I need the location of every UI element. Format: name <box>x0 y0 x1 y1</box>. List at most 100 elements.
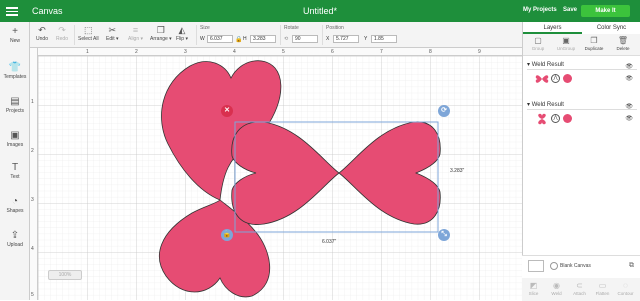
align-label: Align <box>128 36 140 42</box>
height-field[interactable]: 3.283 <box>250 35 276 43</box>
group-button[interactable]: ▢ Group <box>526 36 550 51</box>
save-button[interactable]: Save <box>563 7 577 13</box>
width-field[interactable]: 6.037 <box>207 35 233 43</box>
undo-button[interactable]: ↶ Undo <box>36 25 48 42</box>
layer-group[interactable]: ▾ Weld Result 👁 ⋀ 👁 <box>527 60 637 88</box>
duplicate-icon: ❐ <box>590 36 598 45</box>
width-dimension-label: 6.037" <box>322 239 337 245</box>
ruler-mark: 1 <box>31 99 34 105</box>
sidebar-item-images[interactable]: ▣ Images <box>0 130 30 148</box>
contour-label: Contour <box>617 291 634 296</box>
rotate-label: Rotate <box>284 25 299 31</box>
attach-icon: ⊂ <box>576 281 583 290</box>
make-it-button[interactable]: Make It <box>581 5 630 17</box>
tab-color-sync[interactable]: Color Sync <box>582 22 640 34</box>
resize-handle-icon[interactable]: ⤡ <box>438 229 450 241</box>
top-ruler <box>30 48 522 56</box>
rotate-handle-icon[interactable]: ⟳ <box>438 105 450 117</box>
blank-canvas-swatch[interactable] <box>528 260 544 272</box>
ungroup-button[interactable]: ▣ UnGroup <box>554 36 578 51</box>
select-all-button[interactable]: ⬚ Select All <box>78 25 99 42</box>
ruler-mark: 5 <box>282 49 285 55</box>
undo-label: Undo <box>36 36 48 42</box>
size-label: Size <box>200 25 210 31</box>
layer-tools: ▢ Group ▣ UnGroup ❐ Duplicate 🗑 Delete <box>523 34 640 56</box>
flip-label: Flip <box>176 36 185 42</box>
layer-group[interactable]: ▾ Weld Result 👁 ⋀ 👁 <box>527 100 637 128</box>
my-projects-link[interactable]: My Projects <box>523 7 557 13</box>
layer-group-header[interactable]: ▾ Weld Result 👁 <box>527 60 637 70</box>
hatch-icon[interactable]: ⋀ <box>551 74 560 83</box>
color-swatch[interactable] <box>563 114 572 123</box>
canvas-options-icon[interactable]: ⧉ <box>629 262 634 270</box>
layer-group-title: Weld Result <box>531 102 564 108</box>
contour-icon: ◌ <box>623 281 628 290</box>
weld-icon: ◉ <box>553 281 560 290</box>
slice-button[interactable]: ◩ Slice <box>522 281 545 296</box>
color-swatch[interactable] <box>563 74 572 83</box>
layer-group-header[interactable]: ▾ Weld Result 👁 <box>527 100 637 110</box>
divider <box>74 25 75 45</box>
sidebar-item-text[interactable]: T Text <box>0 162 30 180</box>
sidebar-item-templates[interactable]: 👕 Templates <box>0 62 30 80</box>
layer-row[interactable]: ⋀ 👁 <box>527 70 637 88</box>
canvas-color-circle[interactable] <box>550 262 558 270</box>
attach-button[interactable]: ⊂ Attach <box>568 281 591 296</box>
align-button[interactable]: ≡ Align ▾ <box>128 25 143 42</box>
layer-row[interactable]: ⋀ 👁 <box>527 110 637 128</box>
sidebar-item-upload[interactable]: ⇪ Upload <box>0 230 30 248</box>
lock-handle-icon[interactable]: 🔒 <box>221 229 233 241</box>
tab-layers[interactable]: Layers <box>523 22 582 34</box>
flatten-icon: ▭ <box>598 281 607 290</box>
top-bar: Canvas Untitled* My Projects Save Make I… <box>0 0 640 22</box>
flip-button[interactable]: ◭ Flip ▾ <box>176 25 188 42</box>
layer-thumbnail-icon <box>535 75 549 83</box>
sidebar-item-shapes[interactable]: ◔ Shapes <box>0 196 30 214</box>
delete-handle-icon[interactable]: ✕ <box>221 105 233 117</box>
duplicate-button[interactable]: ❐ Duplicate <box>582 36 606 51</box>
x-position-field[interactable]: 5.727 <box>333 35 359 43</box>
slice-label: Slice <box>528 291 539 296</box>
layer-thumbnail-icon <box>538 113 546 125</box>
upload-icon: ⇪ <box>10 230 20 241</box>
ruler-mark: 5 <box>31 292 34 298</box>
design-canvas[interactable]: ✕ ⟳ 🔒 ⤡ 6.037" 3.283" <box>30 48 522 300</box>
ruler-mark: 4 <box>31 246 34 252</box>
hatch-icon[interactable]: ⋀ <box>551 114 560 123</box>
contour-button[interactable]: ◌ Contour <box>614 281 637 296</box>
ruler-mark: 1 <box>86 49 89 55</box>
projects-icon: ▤ <box>10 96 20 107</box>
ruler-mark: 7 <box>380 49 383 55</box>
height-dimension-label: 3.283" <box>450 168 465 174</box>
y-position-field[interactable]: 1.85 <box>371 35 397 43</box>
sidebar-item-label: Images <box>6 142 24 148</box>
rotate-field[interactable]: 90 <box>292 35 318 43</box>
ruler-mark: 4 <box>233 49 236 55</box>
group-icon: ▢ <box>534 36 542 45</box>
ruler-mark: 3 <box>184 49 187 55</box>
width-label: W <box>200 36 205 42</box>
eye-icon[interactable]: 👁 <box>625 115 633 122</box>
sidebar-item-projects[interactable]: ▤ Projects <box>0 96 30 114</box>
arrange-button[interactable]: ❐ Arrange ▾ <box>150 25 172 42</box>
eye-icon[interactable]: 👁 <box>625 75 633 82</box>
slice-icon: ◩ <box>529 281 538 290</box>
edit-button[interactable]: ✂ Edit ▾ <box>106 25 119 42</box>
weld-label: Weld <box>551 291 562 296</box>
weld-button[interactable]: ◉ Weld <box>545 281 568 296</box>
height-label: H <box>243 36 247 42</box>
x-label: X <box>326 36 330 42</box>
lock-ratio-icon[interactable]: 🔒 <box>235 36 242 43</box>
bottom-tools: ◩ Slice ◉ Weld ⊂ Attach ▭ Flatten ◌ Contour <box>522 278 640 301</box>
delete-button[interactable]: 🗑 Delete <box>611 36 635 51</box>
left-sidebar: + New 👕 Templates ▤ Projects ▣ Images T Text … <box>0 22 30 300</box>
redo-label: Redo <box>56 36 68 42</box>
zoom-control[interactable]: 100% <box>48 270 82 280</box>
redo-icon: ↷ <box>58 25 66 35</box>
text-icon: T <box>11 162 19 173</box>
redo-button[interactable]: ↷ Redo <box>56 25 68 42</box>
sidebar-item-label: Text <box>10 174 20 180</box>
sidebar-item-new[interactable]: + New <box>0 26 30 44</box>
ruler-mark: 2 <box>135 49 138 55</box>
flatten-button[interactable]: ▭ Flatten <box>591 281 614 296</box>
